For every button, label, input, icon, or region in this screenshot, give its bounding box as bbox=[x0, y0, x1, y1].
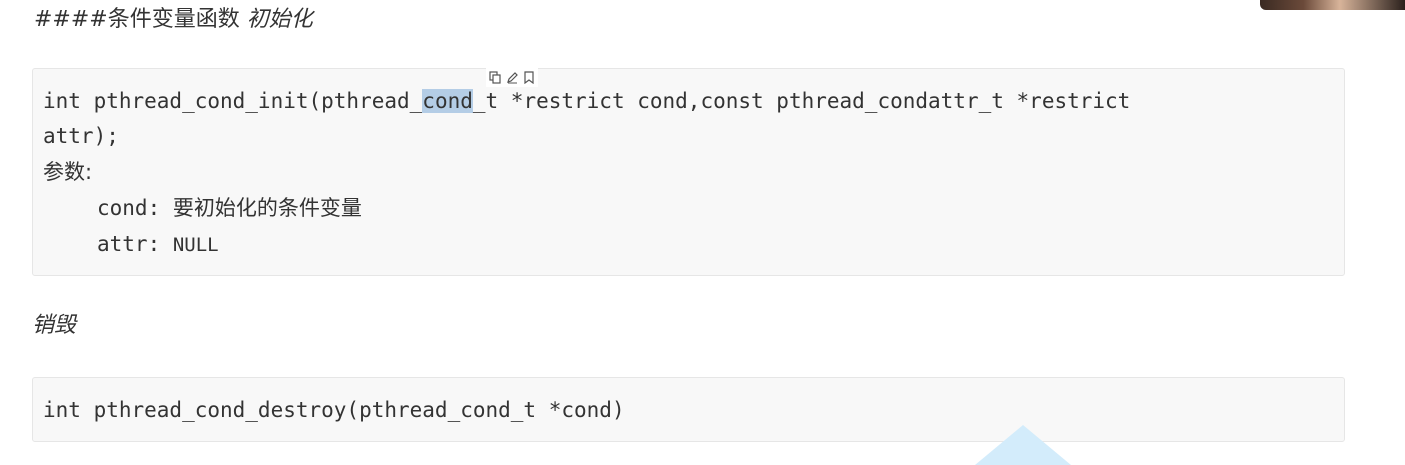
params-label: 参数: bbox=[43, 160, 93, 184]
param-attr-name: attr: bbox=[97, 232, 173, 256]
heading-italic-text: 初始化 bbox=[246, 7, 313, 32]
avatar bbox=[1260, 0, 1405, 10]
param-cond-name: cond: bbox=[97, 196, 173, 220]
section-heading: ####条件变量函数 初始化 bbox=[34, 4, 313, 36]
code-line-1-pre: int pthread_cond_init(pthread_ bbox=[43, 89, 423, 113]
watermark-shape bbox=[975, 425, 1071, 465]
destroy-heading: 销毁 bbox=[32, 313, 77, 338]
param-cond: cond: 要初始化的条件变量 bbox=[97, 190, 362, 226]
bookmark-icon[interactable] bbox=[523, 70, 535, 84]
selection-toolbar bbox=[486, 67, 538, 87]
destroy-code-line: int pthread_cond_destroy(pthread_cond_t … bbox=[43, 398, 625, 422]
init-code-block[interactable]: int pthread_cond_init(pthread_cond_t *re… bbox=[32, 68, 1345, 276]
selected-text[interactable]: cond bbox=[422, 89, 473, 113]
copy-icon[interactable] bbox=[489, 70, 502, 84]
heading-text: ####条件变量函数 bbox=[34, 7, 247, 32]
code-line-1-post: _t *restrict cond,const pthread_condattr… bbox=[472, 89, 1131, 113]
destroy-code-block[interactable]: int pthread_cond_destroy(pthread_cond_t … bbox=[32, 377, 1345, 442]
param-cond-desc: 要初始化的条件变量 bbox=[172, 196, 362, 220]
param-attr: attr: NULL bbox=[97, 226, 219, 263]
param-attr-value: NULL bbox=[172, 234, 219, 256]
document-page: ####条件变量函数 初始化 int pthread_cond_init(pth… bbox=[0, 0, 1405, 465]
code-line-2: attr); bbox=[43, 124, 119, 148]
code-line-1[interactable]: int pthread_cond_init(pthread_cond_t *re… bbox=[43, 83, 1130, 119]
edit-icon[interactable] bbox=[506, 71, 519, 84]
